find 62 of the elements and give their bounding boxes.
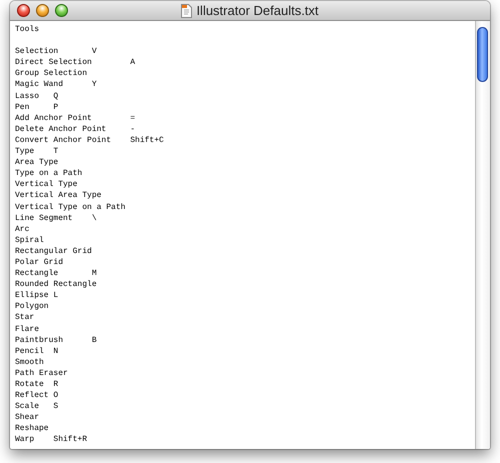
tool-name: Area Type xyxy=(15,157,58,168)
tool-name: Selection xyxy=(15,46,58,58)
tool-name: Line Segment xyxy=(15,212,73,224)
shortcut-key: Q xyxy=(53,90,58,102)
shortcut-key: V xyxy=(92,46,97,58)
shortcut-key: O xyxy=(53,390,58,402)
tool-name: Arc xyxy=(15,224,30,235)
tool-name: Rectangular Grid xyxy=(15,246,92,257)
tool-name: Vertical Type xyxy=(15,179,78,190)
tool-name: Group Selection xyxy=(15,68,88,80)
tool-name: Pen xyxy=(15,102,30,113)
tool-name: Polar Grid xyxy=(15,256,64,268)
heading-text: Tools xyxy=(15,24,40,36)
scroll-track[interactable] xyxy=(475,21,490,449)
tool-name: Lasso xyxy=(15,90,40,102)
tool-name: Smooth xyxy=(15,356,44,368)
tool-name: Reshape xyxy=(15,423,49,434)
shortcut-key: - xyxy=(130,124,136,135)
tool-name: Path Eraser xyxy=(15,368,68,379)
shortcut-key: Y xyxy=(92,79,97,91)
minimize-button[interactable] xyxy=(36,4,49,17)
tool-name: Type on a Path xyxy=(15,168,82,180)
tool-name: Reflect xyxy=(15,390,49,402)
tool-name: Rotate xyxy=(15,379,44,390)
shortcut-key: Shift+R xyxy=(53,434,88,446)
shortcut-key: S xyxy=(53,401,58,412)
shortcut-key: M xyxy=(92,268,97,280)
shortcut-key: P xyxy=(53,102,58,113)
tool-name: Vertical Area Type xyxy=(15,190,102,202)
tool-name: Add Anchor Point xyxy=(15,112,92,124)
tool-name: Vertical Type on a Path xyxy=(15,202,126,213)
tool-name: Magic Wand xyxy=(15,79,64,91)
tool-name: Scale xyxy=(15,401,40,412)
tool-name: Type xyxy=(15,146,34,158)
shortcut-key: \ xyxy=(92,212,97,224)
zoom-button[interactable] xyxy=(55,4,68,17)
tool-name: Flare xyxy=(15,324,40,335)
tool-name: Rectangle xyxy=(15,268,58,280)
shortcut-key: Shift+C xyxy=(130,134,164,146)
tool-name: Convert Anchor Point xyxy=(15,134,112,146)
shortcut-key: N xyxy=(53,346,58,357)
tool-name: Shear xyxy=(15,412,40,424)
tool-name: Paintbrush xyxy=(15,334,64,346)
tool-name: Spiral xyxy=(15,234,44,246)
tool-name: Pencil xyxy=(15,346,44,357)
shortcut-key: R xyxy=(53,379,58,390)
tool-name: Direct Selection xyxy=(15,57,92,68)
shortcut-key: = xyxy=(130,112,136,124)
text-file-icon xyxy=(181,4,192,18)
tool-name: Ellipse xyxy=(15,290,49,302)
close-button[interactable] xyxy=(17,4,30,17)
shortcut-key: L xyxy=(53,290,58,302)
shortcut-key: A xyxy=(130,57,136,68)
tool-name: Delete Anchor Point xyxy=(15,124,106,135)
shortcut-key: T xyxy=(53,146,58,158)
tool-name: Rounded Rectangle xyxy=(15,279,97,290)
window-title: Illustrator Defaults.txt xyxy=(196,3,319,18)
tool-name: Star xyxy=(15,312,34,324)
tool-name: Polygon xyxy=(15,301,49,312)
tool-name: Warp xyxy=(15,434,34,446)
scroll-thumb[interactable] xyxy=(477,27,488,82)
shortcut-key: B xyxy=(92,334,97,346)
